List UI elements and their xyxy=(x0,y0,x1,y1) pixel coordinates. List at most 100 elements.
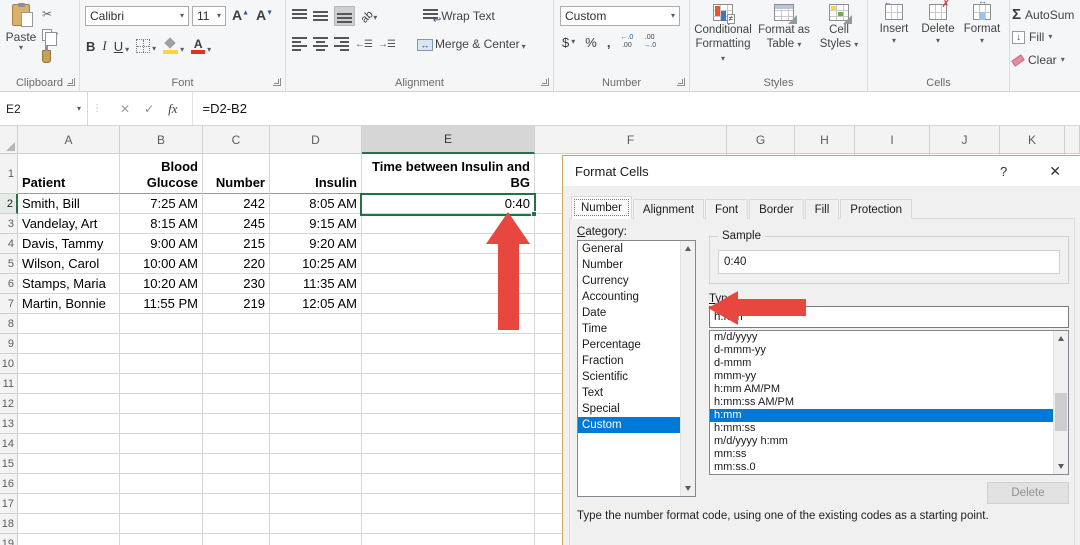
tab-fill[interactable]: Fill xyxy=(804,199,840,219)
row-header-5[interactable]: 5 xyxy=(0,254,18,274)
row-header-13[interactable]: 13 xyxy=(0,414,18,434)
align-right-button[interactable] xyxy=(334,37,349,51)
cell-B16[interactable] xyxy=(120,474,203,494)
scroll-down-icon[interactable] xyxy=(1058,464,1064,469)
category-item-fraction[interactable]: Fraction xyxy=(578,353,695,369)
row-header-14[interactable]: 14 xyxy=(0,434,18,454)
cell-A19[interactable] xyxy=(18,534,120,545)
cell-C18[interactable] xyxy=(203,514,270,534)
type-option[interactable]: mmm-yy xyxy=(710,370,1068,383)
cell-D4[interactable]: 9:20 AM xyxy=(270,234,362,254)
cell-D13[interactable] xyxy=(270,414,362,434)
cell-B3[interactable]: 8:15 AM xyxy=(120,214,203,234)
cell-D14[interactable] xyxy=(270,434,362,454)
scrollbar-thumb[interactable] xyxy=(1055,393,1067,431)
alignment-dialog-launcher-icon[interactable] xyxy=(541,78,549,86)
cell-D1[interactable]: Insulin xyxy=(270,154,362,194)
decrease-decimal-button[interactable]: .00 →.0 xyxy=(643,34,656,51)
enter-icon[interactable]: ✓ xyxy=(144,102,154,116)
column-header-H[interactable]: H xyxy=(795,126,855,154)
name-box[interactable]: E2 ▾ xyxy=(0,92,88,125)
delete-format-button[interactable]: Delete xyxy=(987,482,1069,504)
font-name-select[interactable]: Calibri ▾ xyxy=(85,6,189,26)
cell-C9[interactable] xyxy=(203,334,270,354)
column-header-B[interactable]: B xyxy=(120,126,203,154)
cell-D12[interactable] xyxy=(270,394,362,414)
cell-E10[interactable] xyxy=(362,354,535,374)
cell-D16[interactable] xyxy=(270,474,362,494)
cell-A16[interactable] xyxy=(18,474,120,494)
cell-D11[interactable] xyxy=(270,374,362,394)
cell-C7[interactable]: 219 xyxy=(203,294,270,314)
tab-border[interactable]: Border xyxy=(749,199,804,219)
cell-B13[interactable] xyxy=(120,414,203,434)
align-bottom-button[interactable] xyxy=(334,6,355,26)
row-header-10[interactable]: 10 xyxy=(0,354,18,374)
close-icon[interactable]: ✕ xyxy=(1049,163,1061,180)
cell-B2[interactable]: 7:25 AM xyxy=(120,194,203,214)
row-header-8[interactable]: 8 xyxy=(0,314,18,334)
comma-style-button[interactable]: , xyxy=(607,35,611,50)
fill-color-button[interactable]: ▾ xyxy=(163,39,184,54)
category-item-text[interactable]: Text xyxy=(578,385,695,401)
cell-A9[interactable] xyxy=(18,334,120,354)
type-scrollbar[interactable] xyxy=(1053,331,1068,474)
category-item-number[interactable]: Number xyxy=(578,257,695,273)
row-header-3[interactable]: 3 xyxy=(0,214,18,234)
category-item-scientific[interactable]: Scientific xyxy=(578,369,695,385)
cell-C17[interactable] xyxy=(203,494,270,514)
cell-A15[interactable] xyxy=(18,454,120,474)
tab-font[interactable]: Font xyxy=(705,199,749,219)
cell-C4[interactable]: 215 xyxy=(203,234,270,254)
cell-B11[interactable] xyxy=(120,374,203,394)
cell-E12[interactable] xyxy=(362,394,535,414)
italic-button[interactable]: I xyxy=(102,38,106,54)
type-option[interactable]: d-mmm-yy xyxy=(710,344,1068,357)
copy-button[interactable]: ▾ xyxy=(42,26,76,46)
cell-D3[interactable]: 9:15 AM xyxy=(270,214,362,234)
accounting-format-button[interactable]: $ ▾ xyxy=(562,35,575,50)
cell-D6[interactable]: 11:35 AM xyxy=(270,274,362,294)
cell-E1[interactable]: Time between Insulin and BG xyxy=(362,154,535,194)
type-option[interactable]: h:mm:ss xyxy=(710,422,1068,435)
cell-E16[interactable] xyxy=(362,474,535,494)
cell-B14[interactable] xyxy=(120,434,203,454)
category-item-percentage[interactable]: Percentage xyxy=(578,337,695,353)
decrease-font-size-button[interactable]: A▼ xyxy=(256,7,273,23)
cell-A17[interactable] xyxy=(18,494,120,514)
category-item-date[interactable]: Date xyxy=(578,305,695,321)
bold-button[interactable]: B xyxy=(86,39,95,54)
cell-D9[interactable] xyxy=(270,334,362,354)
column-header-I[interactable]: I xyxy=(855,126,930,154)
cell-B7[interactable]: 11:55 PM xyxy=(120,294,203,314)
column-header-A[interactable]: A xyxy=(18,126,120,154)
row-header-15[interactable]: 15 xyxy=(0,454,18,474)
row-header-16[interactable]: 16 xyxy=(0,474,18,494)
category-item-special[interactable]: Special xyxy=(578,401,695,417)
cell-B19[interactable] xyxy=(120,534,203,545)
cell-C6[interactable]: 230 xyxy=(203,274,270,294)
format-cells-button[interactable]: Format ▾ xyxy=(960,0,1004,45)
row-header-12[interactable]: 12 xyxy=(0,394,18,414)
cell-styles-button[interactable]: Cell Styles ▾ xyxy=(814,4,864,52)
cell-B18[interactable] xyxy=(120,514,203,534)
column-header-K[interactable]: K xyxy=(1000,126,1065,154)
borders-button[interactable]: ▾ xyxy=(136,39,156,53)
column-header-C[interactable]: C xyxy=(203,126,270,154)
cell-C10[interactable] xyxy=(203,354,270,374)
number-dialog-launcher-icon[interactable] xyxy=(677,78,685,86)
increase-indent-button[interactable]: →☰ xyxy=(378,39,396,50)
font-size-select[interactable]: 11 ▾ xyxy=(192,6,226,26)
type-option[interactable]: mm:ss.0 xyxy=(710,461,1068,474)
cancel-icon[interactable]: ✕ xyxy=(120,102,130,116)
clipboard-dialog-launcher-icon[interactable] xyxy=(67,78,75,86)
cell-A14[interactable] xyxy=(18,434,120,454)
cell-A6[interactable]: Stamps, Maria xyxy=(18,274,120,294)
cell-D2[interactable]: 8:05 AM xyxy=(270,194,362,214)
tab-alignment[interactable]: Alignment xyxy=(632,199,705,219)
column-header-E[interactable]: E xyxy=(362,126,535,154)
cell-A7[interactable]: Martin, Bonnie xyxy=(18,294,120,314)
orientation-button[interactable]: ab▾ xyxy=(359,7,378,25)
type-option[interactable]: m/d/yyyy h:mm xyxy=(710,435,1068,448)
type-option[interactable]: h:mm AM/PM xyxy=(710,383,1068,396)
